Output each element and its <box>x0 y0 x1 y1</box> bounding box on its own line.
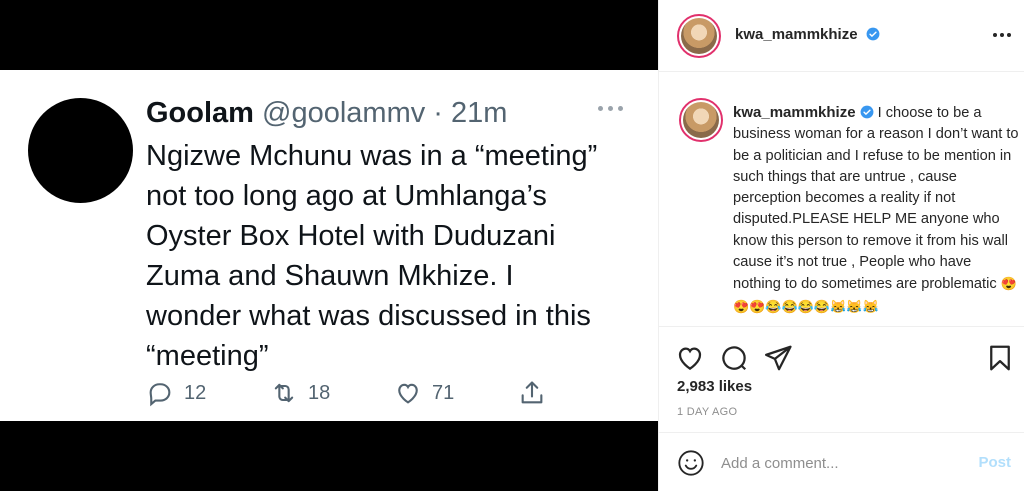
tweet-separator: · <box>425 97 452 129</box>
tweet-time: 21m <box>451 97 508 129</box>
tweet-more-icon <box>598 106 624 114</box>
caption-username[interactable]: kwa_mammkhize <box>733 104 856 121</box>
post-comment-button[interactable]: Post <box>978 454 1011 471</box>
caption-text-block: kwa_mammkhize I choose to be a business … <box>733 102 1021 318</box>
verified-badge-icon <box>860 105 873 119</box>
likes-count[interactable]: 2,983 likes <box>677 378 752 395</box>
tweet-reply-count: 12 <box>184 381 207 404</box>
tweet-actions: 12 18 71 <box>146 379 566 409</box>
reply-icon <box>149 383 171 407</box>
author-info: kwa_mammkhize <box>735 26 880 44</box>
retweet-icon <box>274 383 294 403</box>
tweet-header: Goolam @goolammv · 21m <box>146 96 507 130</box>
tweet-share <box>518 379 556 407</box>
tweet-text: Ngizwe Mchunu was in a “meeting” not too… <box>146 140 598 372</box>
tweet-like-count: 71 <box>432 381 455 404</box>
tweet-author-name: Goolam <box>146 97 254 129</box>
tweet-retweet: 18 <box>270 379 330 407</box>
post-media[interactable]: Goolam @goolammv · 21m Ngizwe Mchunu was… <box>0 0 658 491</box>
caption-text: I choose to be a business woman for a re… <box>733 105 1019 293</box>
post-header: kwa_mammkhize <box>659 0 1024 72</box>
share-icon[interactable] <box>763 343 793 373</box>
heart-icon[interactable] <box>675 343 705 373</box>
caption-avatar[interactable] <box>679 98 723 142</box>
comment-input[interactable] <box>721 450 961 476</box>
tweet-like: 71 <box>394 379 454 407</box>
comment-icon[interactable] <box>719 343 749 373</box>
author-username[interactable]: kwa_mammkhize <box>735 26 858 43</box>
tweet-avatar <box>28 98 133 203</box>
post-actions <box>659 326 1024 386</box>
upload-icon <box>521 381 543 404</box>
bookmark-icon[interactable] <box>985 343 1015 373</box>
like-icon <box>398 383 418 404</box>
emoji-icon[interactable] <box>677 449 705 477</box>
tweet-handle: @goolammv <box>262 97 426 129</box>
tweet-retweet-count: 18 <box>308 381 331 404</box>
comment-bar: Post <box>659 432 1024 491</box>
more-options-icon[interactable] <box>993 33 1011 37</box>
author-avatar[interactable] <box>677 14 721 58</box>
tweet-screenshot: Goolam @goolammv · 21m Ngizwe Mchunu was… <box>0 70 658 421</box>
tweet-reply: 12 <box>146 379 206 407</box>
post-details-panel: kwa_mammkhize kwa_mammkhize I choose to … <box>658 0 1024 491</box>
post-date: 1 DAY AGO <box>677 406 738 418</box>
verified-badge-icon <box>866 27 880 41</box>
